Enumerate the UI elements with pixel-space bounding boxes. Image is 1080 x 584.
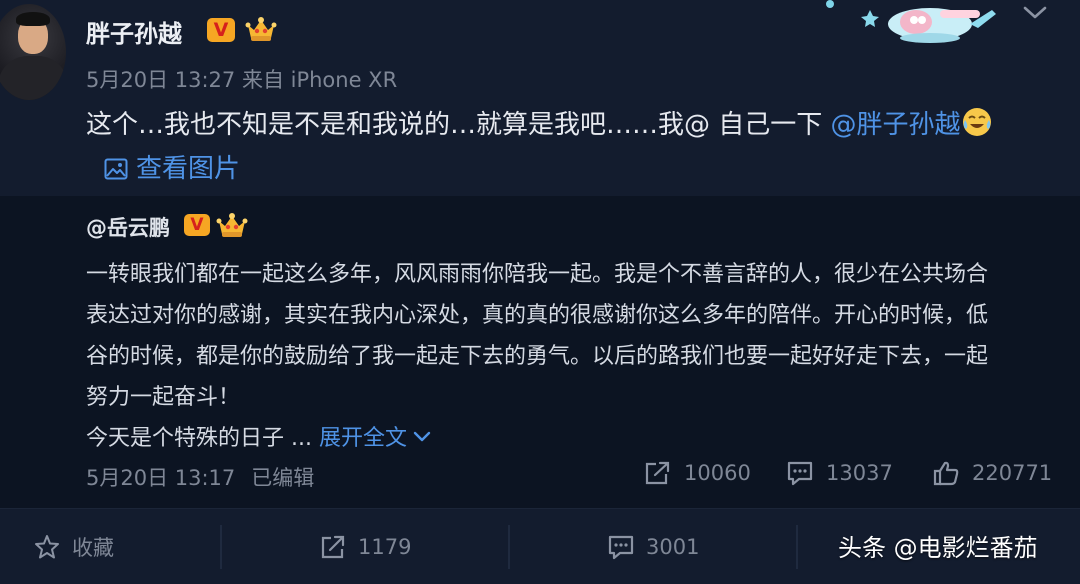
image-icon	[104, 158, 128, 180]
comment-count: 3001	[646, 535, 700, 559]
repost-text-line: 谷的时候，都是你的鼓励给了我一起走下去的勇气。以后的路我们也要一起好好走下去，一…	[86, 344, 989, 369]
comment-icon	[608, 535, 634, 560]
favorite-label: 收藏	[72, 536, 114, 560]
expand-full-text-link[interactable]: 展开全文	[319, 426, 431, 451]
divider	[220, 525, 222, 569]
repost-like-count: 220771	[972, 461, 1053, 485]
post-content: 这个…我也不知是不是和我说的…就算是我吧……我@ 自己一下 @胖子孙越	[86, 104, 993, 141]
repost-button[interactable]: 1179	[320, 509, 411, 584]
mention-link[interactable]: @胖子孙越	[831, 110, 961, 140]
favorite-button[interactable]: 收藏	[34, 509, 114, 584]
expand-label: 展开全文	[318, 426, 407, 451]
share-icon	[645, 461, 670, 485]
author-avatar[interactable]	[0, 4, 66, 100]
comment-button[interactable]: 3001	[608, 509, 699, 584]
divider	[508, 525, 510, 569]
repost-author-name[interactable]: @岳云鹏	[86, 212, 170, 242]
view-pictures-link[interactable]: 查看图片	[104, 148, 240, 185]
post-meta: 5月20日 13:27 来自 iPhone XR	[86, 68, 398, 92]
truncated-text: 今天是个特殊的日子 ...	[86, 426, 319, 451]
weibo-post: 胖子孙越 V 5月20日 13:27 来自 iPhone XR 这个…我也不知是…	[0, 0, 1080, 196]
share-icon	[321, 535, 345, 559]
repost-share-count: 10060	[684, 461, 751, 485]
divider	[796, 525, 798, 569]
repost-time: 5月20日 13:17	[86, 466, 236, 490]
repost-text-line: 努力一起奋斗！	[86, 385, 241, 410]
crying-laughing-emoji-icon	[962, 108, 991, 136]
repost-like-button[interactable]: 220771	[932, 460, 1052, 486]
repost-text-line: 表达过对你的感谢，其实在我内心深处，真的真的很感谢你这么多年的陪伴。开心的时候，…	[86, 303, 989, 328]
repost-comment-count: 13037	[826, 461, 893, 485]
chevron-down-icon[interactable]	[1022, 4, 1048, 22]
repost-content: 一转眼我们都在一起这么多年，风风雨雨你陪我一起。我是个不善言辞的人，很少在公共场…	[86, 254, 1046, 459]
vip-crown-icon	[216, 213, 248, 237]
repost-comment-button[interactable]: 13037	[786, 460, 893, 486]
post-text: 这个…我也不知是不是和我说的…就算是我吧……我@ 自己一下	[86, 110, 831, 140]
star-icon	[35, 535, 59, 559]
repost-share-button[interactable]: 10060	[644, 460, 751, 486]
vip-crown-icon	[245, 17, 277, 41]
verified-v-icon: V	[207, 18, 235, 42]
author-name[interactable]: 胖子孙越	[86, 14, 182, 49]
watermark: 头条 @电影烂番茄	[838, 534, 1038, 562]
view-pictures-label: 查看图片	[136, 154, 241, 184]
chevron-down-icon	[413, 431, 431, 442]
decoration-airplane-icon	[826, 0, 996, 43]
repost-truncated-line: 今天是个特殊的日子 ... 展开全文	[86, 418, 1046, 459]
repost-meta: 5月20日 13:17 已编辑	[86, 462, 314, 492]
verified-v-icon: V	[184, 214, 210, 236]
thumbs-up-icon	[933, 461, 959, 486]
comment-icon	[787, 461, 813, 486]
repost-count: 1179	[358, 535, 412, 559]
edited-label: 已编辑	[251, 466, 315, 490]
repost-text-line: 一转眼我们都在一起这么多年，风风雨雨你陪我一起。我是个不善言辞的人，很少在公共场…	[86, 262, 989, 287]
reposted-card[interactable]: @岳云鹏 V 一转眼我们都在一起这么多年，风风雨雨你陪我一起。我是个不善言辞的人…	[0, 196, 1080, 508]
